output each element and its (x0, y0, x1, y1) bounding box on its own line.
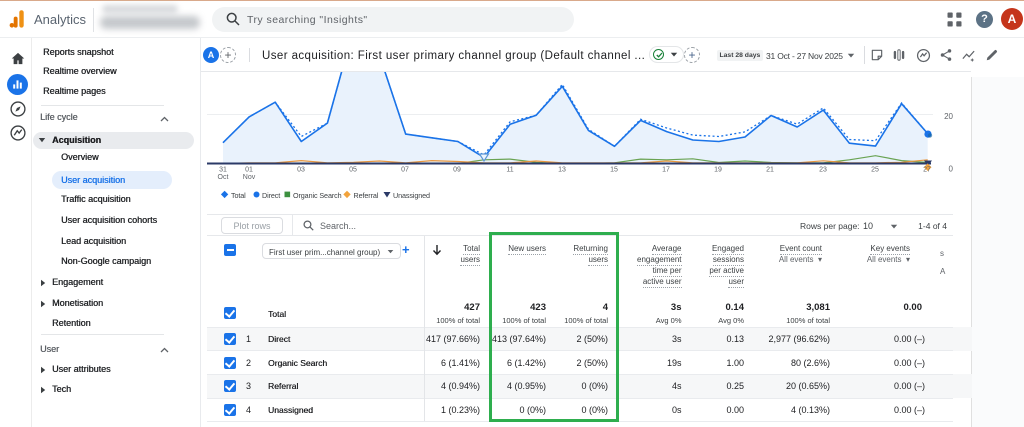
svg-text:25: 25 (871, 167, 879, 174)
svg-text:27: 27 (923, 167, 931, 174)
svg-text:21: 21 (766, 167, 774, 174)
svg-text:20: 20 (944, 112, 953, 121)
svg-text:Nov: Nov (243, 174, 256, 181)
svg-text:07: 07 (401, 167, 409, 174)
svg-text:09: 09 (453, 167, 461, 174)
svg-text:11: 11 (506, 167, 513, 174)
svg-text:Unassigned: Unassigned (393, 191, 430, 200)
svg-text:05: 05 (349, 167, 357, 174)
svg-text:01: 01 (245, 167, 253, 174)
svg-text:19: 19 (714, 167, 722, 174)
svg-text:Total: Total (231, 191, 246, 200)
svg-text:31: 31 (219, 167, 227, 174)
svg-text:Direct: Direct (262, 191, 280, 200)
svg-text:03: 03 (297, 167, 305, 174)
svg-text:Oct: Oct (218, 174, 229, 181)
svg-text:13: 13 (558, 167, 566, 174)
svg-text:Organic Search: Organic Search (293, 191, 342, 200)
svg-text:Referral: Referral (354, 191, 379, 200)
svg-text:15: 15 (610, 167, 618, 174)
svg-text:17: 17 (662, 167, 670, 174)
svg-text:23: 23 (819, 167, 827, 174)
svg-text:0: 0 (949, 165, 954, 174)
